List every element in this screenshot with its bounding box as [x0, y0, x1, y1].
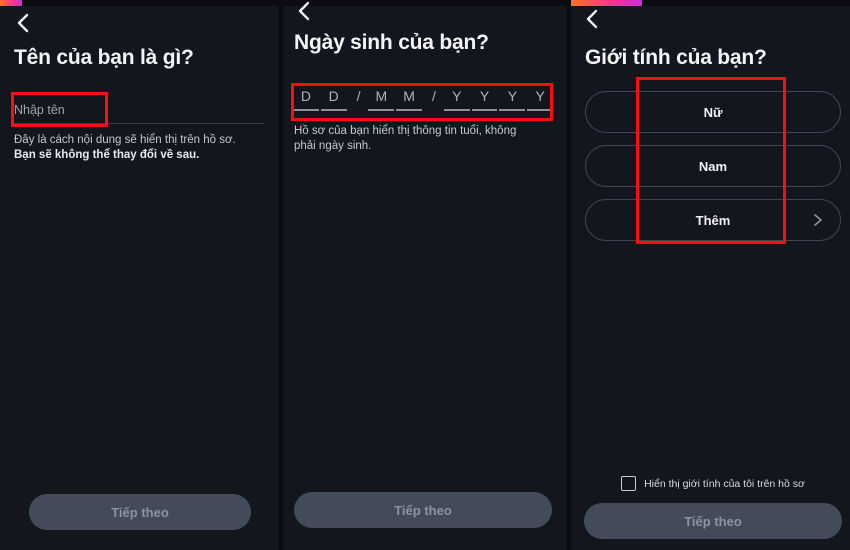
gender-option-label: Nam: [698, 158, 728, 174]
back-button[interactable]: [287, 0, 321, 26]
gender-options-group: Nữ Nam Thêm: [585, 91, 841, 253]
screen-birthday: Ngày sinh của bạn? D D / M M / Y Y Y Y Hồ sơ của …: [278, 0, 566, 550]
gender-option-label: Nữ: [703, 104, 723, 120]
dob-cell[interactable]: Y: [471, 88, 498, 111]
dob-cell[interactable]: Y: [499, 88, 526, 111]
page-title: Ngày sinh của bạn?: [294, 31, 489, 54]
progress-bar-track: [0, 0, 278, 6]
birthday-helper-line-1: Hồ sơ của bạn hiển thị thông tin tuổi, k…: [294, 125, 517, 137]
screen-name: Tên của bạn là gì? Đây là cách nội dung …: [0, 0, 278, 550]
gender-option-2[interactable]: Nam: [585, 145, 841, 187]
dob-cell[interactable]: D: [320, 88, 347, 111]
birthday-helper-line-2: phải ngày sinh.: [294, 140, 372, 152]
chevron-left-icon: [287, 0, 321, 26]
dob-cell[interactable]: Y: [443, 88, 470, 111]
next-button[interactable]: Tiếp theo: [294, 492, 552, 528]
next-button[interactable]: Tiếp theo: [29, 494, 251, 530]
show-gender-checkbox-label: Hiển thị giới tính của tôi trên hồ sơ: [644, 477, 805, 490]
name-input[interactable]: [14, 96, 264, 124]
progress-bar-track: [571, 0, 850, 6]
dob-cell[interactable]: M: [396, 88, 423, 111]
progress-bar-fill: [0, 0, 23, 6]
gender-option-label: Thêm: [695, 212, 731, 228]
chevron-right-icon: [812, 212, 824, 228]
next-button-label: Tiếp theo: [111, 504, 169, 520]
show-gender-checkbox[interactable]: [621, 476, 637, 491]
date-of-birth-fields[interactable]: D D / M M / Y Y Y Y: [293, 88, 555, 111]
name-helper-line-1: Đây là cách nội dung sẽ hiển thị trên hồ…: [14, 134, 236, 146]
onboarding-screens-strip: Tên của bạn là gì? Đây là cách nội dung …: [0, 0, 850, 550]
dob-cell[interactable]: D: [293, 88, 319, 111]
show-gender-checkbox-row[interactable]: Hiển thị giới tính của tôi trên hồ sơ: [571, 476, 850, 491]
next-button[interactable]: Tiếp theo: [584, 503, 842, 539]
birthday-helper-text: Hồ sơ của bạn hiển thị thông tin tuổi, k…: [294, 124, 552, 154]
dob-cell[interactable]: Y: [527, 88, 554, 111]
screen-gender: Giới tính của bạn? Nữ Nam Thêm Hiển thị gi…: [566, 0, 850, 550]
gender-option-3[interactable]: Thêm: [585, 199, 841, 241]
back-button[interactable]: [6, 8, 40, 38]
next-button-label: Tiếp theo: [394, 502, 452, 518]
next-button-label: Tiếp theo: [684, 513, 742, 529]
name-input-wrapper: [14, 96, 264, 126]
progress-bar-track: [283, 0, 566, 6]
dob-cell[interactable]: M: [368, 88, 395, 111]
chevron-left-icon: [575, 4, 609, 34]
page-title: Tên của bạn là gì?: [14, 46, 194, 69]
chevron-left-icon: [6, 8, 40, 38]
name-helper-line-2: Bạn sẽ không thể thay đổi về sau.: [14, 149, 200, 161]
dob-separator: /: [356, 88, 361, 104]
name-helper-text: Đây là cách nội dung sẽ hiển thị trên hồ…: [14, 133, 264, 163]
page-title: Giới tính của bạn?: [585, 46, 767, 69]
dob-separator: /: [432, 88, 436, 104]
back-button[interactable]: [575, 4, 609, 34]
gender-option-1[interactable]: Nữ: [585, 91, 841, 133]
